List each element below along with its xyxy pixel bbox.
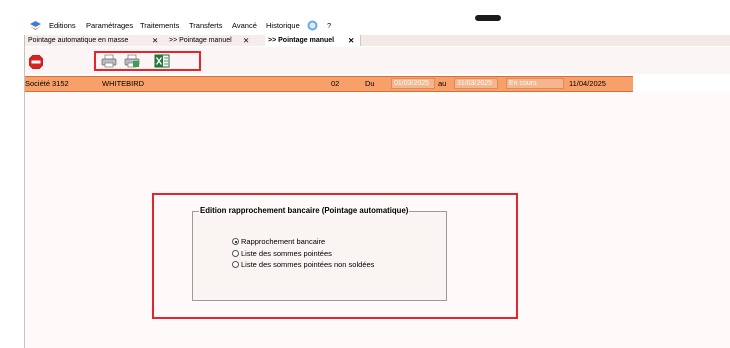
stop-icon[interactable] (29, 55, 43, 69)
date-to-field[interactable]: 31/03/2025 (454, 78, 498, 89)
dialog-highlight-box (152, 193, 518, 319)
tab-close-icon[interactable]: ✕ (348, 35, 354, 46)
menu-editions[interactable]: Editions (49, 21, 76, 30)
period-number: 02 (331, 79, 340, 88)
menu-bar: Editions Paramétrages Traitements Transf… (0, 0, 730, 34)
current-date: 11/04/2025 (569, 79, 606, 88)
menu-transferts[interactable]: Transferts (189, 21, 222, 30)
menu-avance[interactable]: Avancé (232, 21, 257, 30)
societe-code: 3152 (52, 79, 69, 88)
company-bar: Société 3152 WHITEBIRD 02 Du 01/03/2025 … (25, 76, 633, 92)
au-label: au (438, 79, 447, 88)
tab-label: >> Pointage manuel (169, 37, 232, 44)
tab-label: Pointage automatique en masse (28, 37, 129, 44)
window-title-indicator (475, 15, 501, 21)
tab-pointage-manuel-active[interactable]: >> Pointage manuel ✕ (265, 35, 361, 46)
menu-historique[interactable]: Historique (266, 21, 300, 30)
menu-traitements[interactable]: Traitements (140, 21, 179, 30)
tab-label: >> Pointage manuel (268, 37, 335, 44)
menu-help[interactable]: ? (327, 21, 331, 30)
tab-bar: Pointage automatique en masse ✕ >> Point… (25, 35, 730, 46)
tab-pointage-automatique-en-masse[interactable]: Pointage automatique en masse ✕ (25, 35, 167, 46)
status-field[interactable]: En cours (506, 78, 564, 89)
tab-pointage-manuel[interactable]: >> Pointage manuel ✕ (166, 35, 266, 46)
tab-close-icon[interactable]: ✕ (152, 35, 158, 46)
menu-parametrages[interactable]: Paramétrages (86, 21, 133, 30)
help-icon[interactable] (307, 20, 318, 31)
du-label: Du (365, 79, 375, 88)
societe-label: Société (25, 79, 51, 88)
toolbar-highlight-box (94, 51, 201, 71)
app-logo-icon (30, 21, 41, 30)
date-from-field[interactable]: 01/03/2025 (391, 78, 435, 89)
tab-close-icon[interactable]: ✕ (243, 35, 249, 46)
societe-name: WHITEBIRD (102, 79, 145, 88)
